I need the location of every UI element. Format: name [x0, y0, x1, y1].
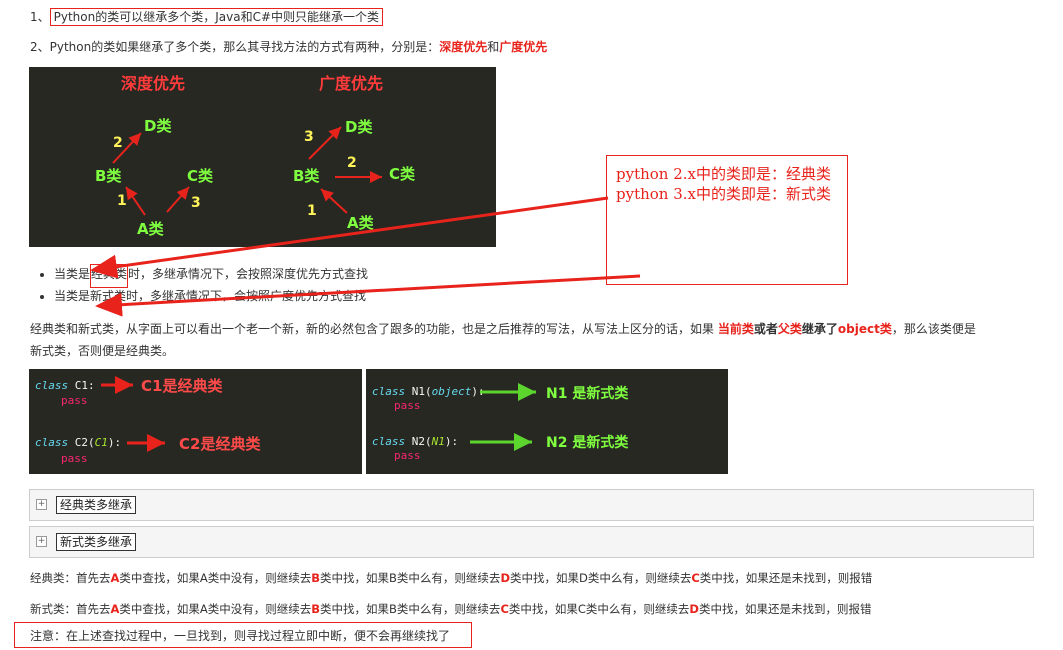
classic-class-code: class C1: pass class C2(C1): pass C1是经典类… [29, 369, 362, 474]
class-b: B [311, 571, 321, 585]
label-n2-new: N2 是新式类 [546, 435, 629, 451]
text: 经典类：首先去 [30, 571, 111, 585]
class-c: C [500, 602, 509, 616]
class-d: D [689, 602, 699, 616]
classic-lookup-order: 经典类：首先去A类中查找，如果A类中没有，则继续去B类中找，如果B类中么有，则继… [30, 569, 872, 587]
class-c: C [691, 571, 700, 585]
para-inherit: 继承了 [801, 322, 838, 336]
para-text-1: 经典类和新式类，从字面上可以看出一个老一个新，新的必然包含了跟多的功能，也是之后… [30, 322, 718, 336]
para-or: 或者 [753, 322, 778, 336]
arrow-python2-to-classic [90, 196, 609, 279]
new-lookup-order: 新式类：首先去A类中查找，如果A类中没有，则继续去B类中找，如果B类中么有，则继… [30, 600, 871, 618]
text: 类中找，如果C类中么有，则继续去 [508, 602, 690, 616]
para-object-class: object类 [837, 322, 892, 336]
text: 类中找，如果还是未找到，则报错 [699, 571, 873, 585]
text: 类中查找，如果A类中没有，则继续去 [119, 571, 312, 585]
text: 新式类：首先去 [30, 602, 111, 616]
para-line-2: 新式类，否则便是经典类。 [30, 344, 175, 358]
fold-classic-label[interactable]: 经典类多继承 [56, 496, 137, 514]
new-class-code: class N1(object): pass class N2(N1): pas… [366, 369, 728, 474]
fold-classic-multi-inherit[interactable]: + 经典类多继承 [29, 489, 1034, 521]
classic-vs-new-paragraph: 经典类和新式类，从字面上可以看出一个老一个新，新的必然包含了跟多的功能，也是之后… [30, 318, 1040, 362]
text: 类中找，如果还是未找到，则报错 [698, 602, 872, 616]
arrow-python3-to-new [95, 274, 641, 317]
text: 类中查找，如果A类中没有，则继续去 [119, 602, 312, 616]
label-n1-new: N1 是新式类 [546, 386, 629, 402]
class-b: B [311, 602, 321, 616]
para-text-2: ，那么该类便是 [891, 322, 976, 336]
para-current-class: 当前类 [717, 322, 754, 336]
fold-new-multi-inherit[interactable]: + 新式类多继承 [29, 526, 1034, 558]
label-c2-classic: C2是经典类 [179, 435, 261, 453]
fold-new-label[interactable]: 新式类多继承 [56, 533, 137, 551]
text: 类中找，如果D类中么有，则继续去 [509, 571, 692, 585]
label-c1-classic: C1是经典类 [141, 377, 223, 395]
text: 类中找，如果B类中么有，则继续去 [320, 602, 501, 616]
text: 类中找，如果B类中么有，则继续去 [320, 571, 501, 585]
expand-plus-icon[interactable]: + [36, 536, 47, 547]
note-box: 注意：在上述查找过程中，一旦找到，则寻找过程立即中断，便不会再继续找了 [14, 622, 472, 648]
para-parent-class: 父类 [777, 322, 802, 336]
expand-plus-icon[interactable]: + [36, 499, 47, 510]
class-d: D [500, 571, 510, 585]
